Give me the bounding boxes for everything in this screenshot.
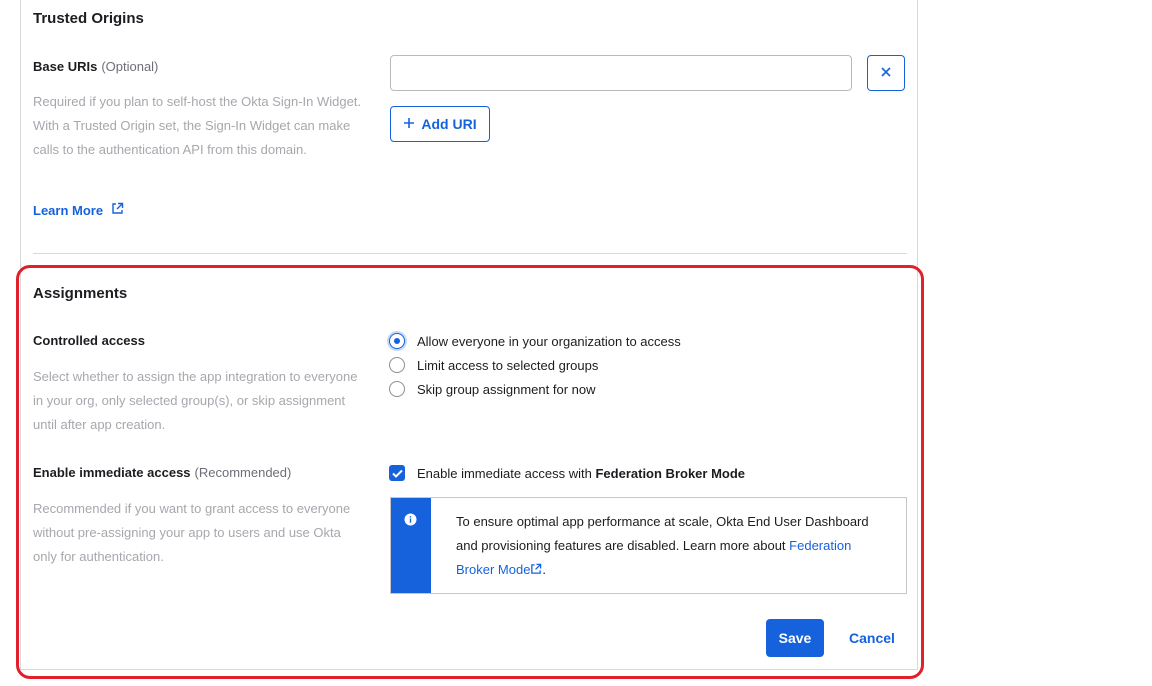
radio-button-checked[interactable] — [389, 333, 405, 349]
clear-uri-button[interactable] — [867, 55, 905, 91]
save-button[interactable]: Save — [766, 619, 824, 657]
base-uris-label-text: Base URIs — [33, 59, 98, 74]
immediate-access-recommended: (Recommended) — [194, 465, 292, 480]
callout-end: . — [542, 562, 547, 577]
base-uris-optional: (Optional) — [101, 59, 159, 74]
learn-more-label: Learn More — [33, 202, 104, 218]
radio-option-limit-groups[interactable]: Limit access to selected groups — [389, 353, 681, 377]
checkbox-label-bold: Federation Broker Mode — [595, 465, 746, 481]
plus-icon — [403, 116, 415, 132]
info-icon — [404, 513, 417, 531]
checkbox-label: Enable immediate access with Federation … — [417, 466, 745, 481]
external-link-icon — [111, 202, 124, 218]
info-callout: To ensure optimal app performance at sca… — [390, 497, 907, 594]
learn-more-link[interactable]: Learn More — [33, 202, 124, 218]
radio-label: Skip group assignment for now — [417, 381, 596, 397]
checkbox-label-prefix: Enable immediate access with — [417, 465, 596, 481]
base-uri-input[interactable] — [390, 55, 852, 91]
radio-label: Limit access to selected groups — [417, 357, 599, 373]
immediate-access-checkbox-row[interactable]: Enable immediate access with Federation … — [389, 461, 745, 485]
immediate-access-label-text: Enable immediate access — [33, 465, 191, 480]
section-divider — [33, 253, 907, 254]
close-icon — [881, 64, 891, 82]
controlled-access-help: Select whether to assign the app integra… — [33, 369, 358, 432]
immediate-access-checkbox[interactable] — [389, 465, 405, 481]
base-uris-label: Base URIs (Optional) — [33, 59, 158, 74]
radio-button[interactable] — [389, 357, 405, 373]
base-uris-help: Required if you plan to self-host the Ok… — [33, 94, 362, 157]
cancel-button[interactable]: Cancel — [837, 619, 907, 657]
assignments-title: Assignments — [33, 285, 128, 302]
immediate-access-label: Enable immediate access (Recommended) — [33, 465, 291, 480]
immediate-access-help: Recommended if you want to grant access … — [33, 501, 351, 564]
controlled-access-radio-group: Allow everyone in your organization to a… — [389, 329, 681, 401]
callout-accent-bar — [391, 498, 431, 593]
controlled-access-label: Controlled access — [33, 333, 145, 348]
callout-text: To ensure optimal app performance at sca… — [456, 510, 876, 582]
add-uri-label: Add URI — [421, 116, 477, 132]
radio-button[interactable] — [389, 381, 405, 397]
add-uri-button[interactable]: Add URI — [390, 106, 490, 142]
external-link-icon — [530, 562, 542, 577]
settings-panel: Trusted Origins Base URIs (Optional) Requ… — [20, 0, 918, 670]
radio-option-everyone[interactable]: Allow everyone in your organization to a… — [389, 329, 681, 353]
trusted-origins-title: Trusted Origins — [33, 10, 144, 27]
radio-label: Allow everyone in your organization to a… — [417, 333, 681, 349]
radio-option-skip-assignment[interactable]: Skip group assignment for now — [389, 377, 681, 401]
